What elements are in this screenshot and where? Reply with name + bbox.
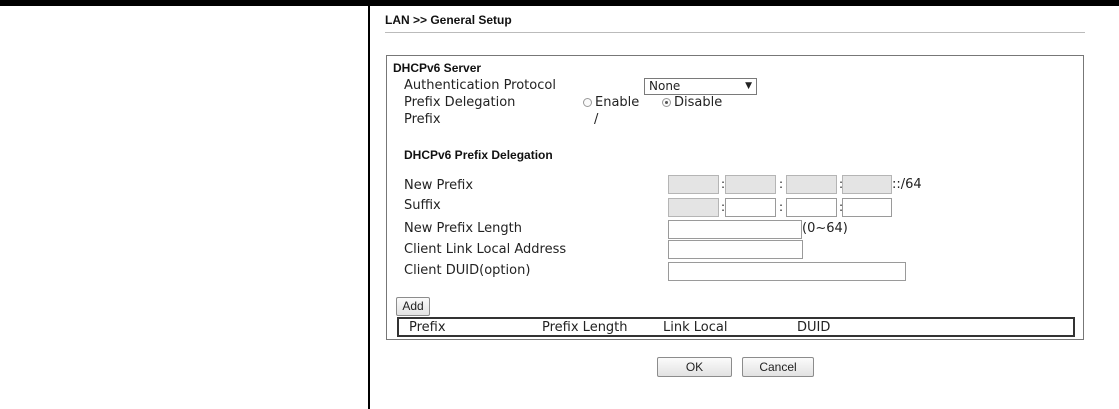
suffix-label: Suffix [404, 198, 441, 213]
disable-radio[interactable] [662, 98, 671, 107]
column-header-prefix-length: Prefix Length [542, 320, 628, 335]
new-prefix-length-input[interactable] [668, 220, 802, 239]
delegation-table-header: Prefix Prefix Length Link Local DUID [397, 317, 1075, 337]
client-link-local-label: Client Link Local Address [404, 242, 567, 257]
enable-radio[interactable] [583, 98, 592, 107]
suffix-field-1[interactable] [668, 198, 719, 217]
client-link-local-input[interactable] [668, 240, 803, 259]
enable-label: Enable [595, 95, 640, 110]
prefix-delegation-title: DHCPv6 Prefix Delegation [404, 148, 553, 162]
dhcpv6-panel: DHCPv6 Server Authentication Protocol No… [386, 55, 1084, 340]
prefix-value: / [594, 112, 599, 127]
dhcpv6-server-title: DHCPv6 Server [393, 61, 482, 75]
suffix-field-4[interactable] [842, 198, 892, 217]
prefix-delegation-enable[interactable]: Enable [583, 95, 639, 110]
sidebar-divider [368, 6, 370, 409]
prefix-delegation-disable[interactable]: Disable [662, 95, 722, 110]
prefix-delegation-label: Prefix Delegation [404, 95, 516, 110]
breadcrumb-divider [385, 32, 1085, 33]
breadcrumb: LAN >> General Setup [385, 13, 512, 27]
top-bar [0, 0, 1119, 6]
column-header-link-local: Link Local [663, 320, 728, 335]
suffix-field-3[interactable] [786, 198, 837, 217]
auth-protocol-select[interactable]: None ▼ [644, 78, 757, 95]
new-prefix-field-1[interactable] [668, 175, 719, 194]
new-prefix-field-2[interactable] [725, 175, 776, 194]
add-button[interactable]: Add [396, 297, 430, 316]
new-prefix-field-3[interactable] [786, 175, 837, 194]
auth-protocol-label: Authentication Protocol [404, 78, 556, 93]
colon-separator: : [779, 177, 784, 191]
auth-protocol-value: None [649, 79, 681, 93]
column-header-duid: DUID [797, 320, 831, 335]
ok-button[interactable]: OK [657, 357, 732, 377]
client-duid-input[interactable] [668, 262, 906, 281]
new-prefix-field-4[interactable] [842, 175, 892, 194]
new-prefix-suffix: ::/64 [892, 177, 922, 192]
prefix-label: Prefix [404, 112, 441, 127]
new-prefix-label: New Prefix [404, 178, 474, 193]
prefix-length-range: (0~64) [802, 221, 848, 236]
disable-label: Disable [674, 95, 723, 110]
chevron-down-icon: ▼ [745, 81, 752, 91]
cancel-button[interactable]: Cancel [742, 357, 814, 377]
client-duid-label: Client DUID(option) [404, 263, 531, 278]
column-header-prefix: Prefix [409, 320, 446, 335]
new-prefix-length-label: New Prefix Length [404, 221, 523, 236]
suffix-field-2[interactable] [725, 198, 776, 217]
colon-separator: : [779, 200, 784, 214]
